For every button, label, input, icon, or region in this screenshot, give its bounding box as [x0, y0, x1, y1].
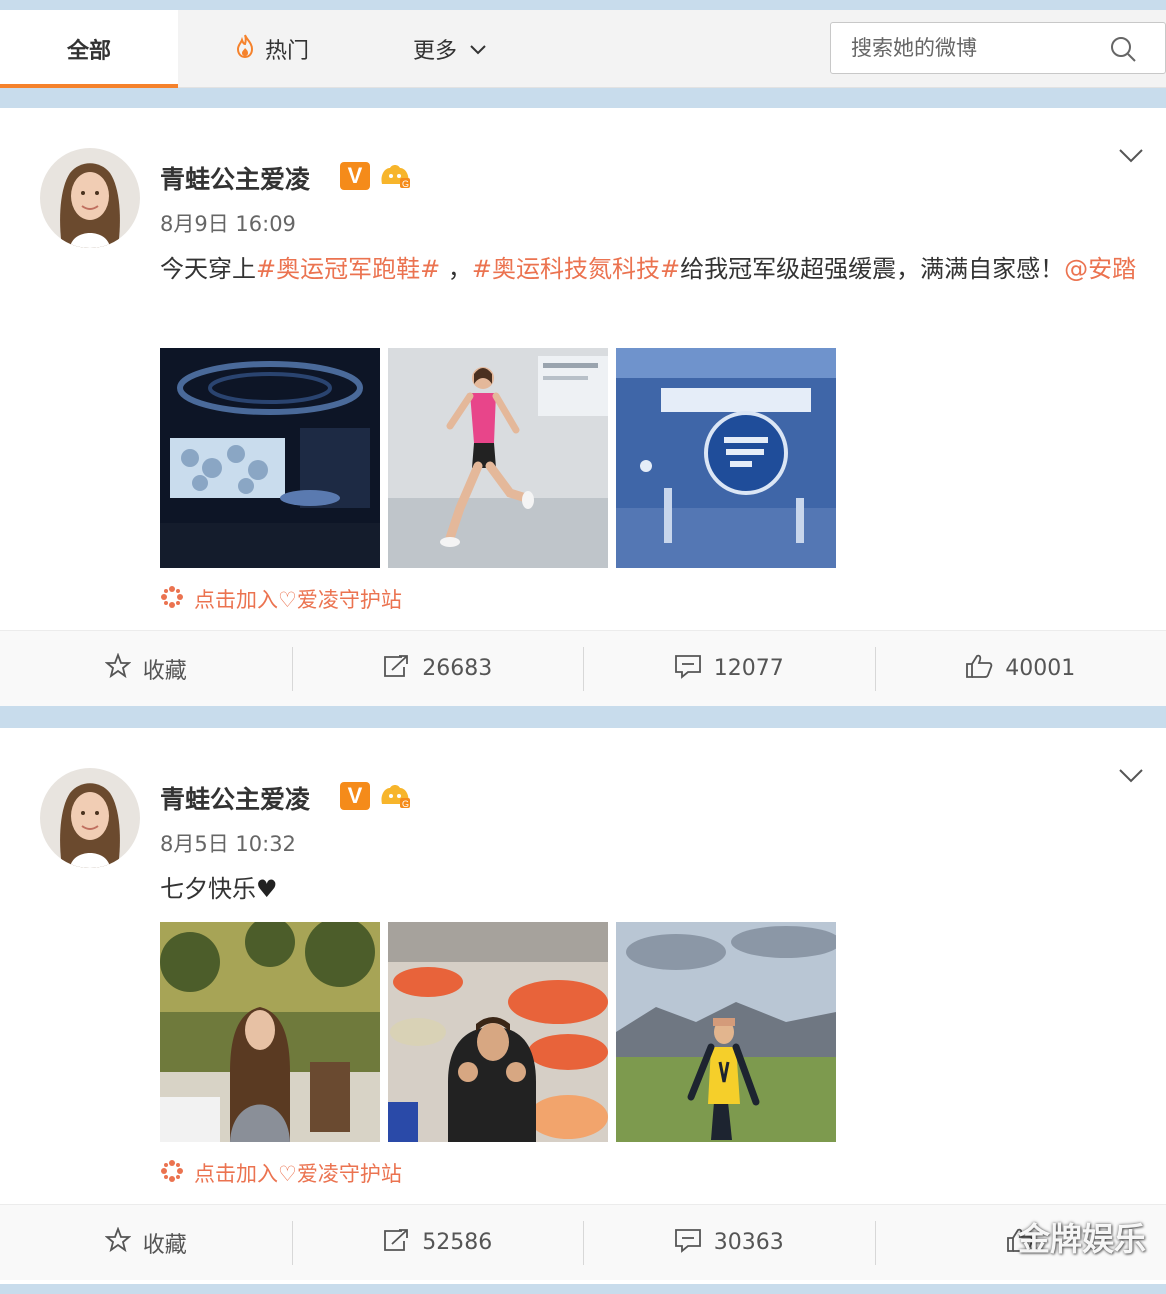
- join-fan-station-link[interactable]: 点击加入♡爱凌守护站: [160, 584, 402, 614]
- search-input[interactable]: [851, 36, 1101, 60]
- tab-all[interactable]: 全部: [0, 10, 178, 88]
- thumbs-up-icon: [965, 653, 993, 685]
- favorite-label: 收藏: [142, 1232, 187, 1258]
- post-menu-chevron-icon[interactable]: [1118, 148, 1144, 168]
- mention-link[interactable]: @安踏: [1064, 255, 1136, 283]
- sparkle-icon: [160, 585, 184, 614]
- repost-button[interactable]: 26683: [291, 631, 584, 706]
- hashtag-link[interactable]: #奥运冠军跑鞋#: [256, 255, 440, 283]
- join-fan-station-link[interactable]: 点击加入♡爱凌守护站: [160, 1158, 402, 1188]
- join-fan-station-label: 点击加入♡爱凌守护站: [194, 588, 402, 612]
- username[interactable]: 青蛙公主爱凌: [160, 780, 310, 816]
- svg-text:G: G: [402, 799, 409, 809]
- user-badges: V G: [340, 782, 412, 810]
- share-icon: [382, 1227, 410, 1259]
- post-image[interactable]: [388, 348, 608, 568]
- repost-button[interactable]: 52586: [291, 1205, 584, 1280]
- repost-count: 26683: [422, 656, 493, 681]
- search-icon[interactable]: [1109, 35, 1137, 67]
- search-box: [830, 22, 1166, 74]
- watermark: 金牌娱乐: [1017, 1220, 1146, 1258]
- weibo-post: 青蛙公主爱凌 V G 8月9日 16:09 今天穿上#奥运冠军跑鞋# ，#奥运科…: [0, 108, 1166, 706]
- flame-icon: [235, 34, 255, 64]
- join-fan-station-label: 点击加入♡爱凌守护站: [194, 1162, 402, 1186]
- top-nav-bar: 全部 热门 更多: [0, 10, 1166, 88]
- svg-text:G: G: [402, 179, 409, 189]
- comment-button[interactable]: 12077: [583, 631, 875, 706]
- username[interactable]: 青蛙公主爱凌: [160, 160, 310, 196]
- fan-group-icon: G: [378, 782, 412, 810]
- post-content: 七夕快乐♥: [160, 866, 1150, 912]
- post-timestamp[interactable]: 8月9日 16:09: [160, 208, 296, 238]
- comment-icon: [674, 1227, 702, 1259]
- tab-more-label: 更多: [412, 39, 457, 64]
- tab-hot-label: 热门: [264, 39, 309, 64]
- image-grid: [160, 348, 836, 568]
- content-text: ，: [440, 255, 472, 283]
- post-content: 今天穿上#奥运冠军跑鞋# ，#奥运科技氮科技#给我冠军级超强缓震，满满自家感！@…: [160, 246, 1150, 292]
- comment-icon: [674, 653, 702, 685]
- post-image[interactable]: [616, 922, 836, 1142]
- post-menu-chevron-icon[interactable]: [1118, 768, 1144, 788]
- avatar[interactable]: [40, 148, 140, 248]
- hashtag-link[interactable]: #奥运科技氮科技#: [472, 255, 680, 283]
- repost-count: 52586: [422, 1230, 493, 1255]
- favorite-button[interactable]: 收藏: [0, 631, 292, 706]
- like-count: 40001: [1005, 656, 1076, 681]
- tab-more[interactable]: 更多: [400, 10, 500, 88]
- star-icon: [104, 651, 132, 685]
- sparkle-icon: [160, 1159, 184, 1188]
- favorite-button[interactable]: 收藏: [0, 1205, 292, 1280]
- tab-hot[interactable]: 热门: [222, 10, 322, 88]
- star-icon: [104, 1225, 132, 1259]
- tab-all-label: 全部: [66, 39, 111, 64]
- post-action-bar: 收藏 52586 30363: [0, 1204, 1166, 1280]
- image-grid: [160, 922, 836, 1142]
- avatar[interactable]: [40, 768, 140, 868]
- content-text: 七夕快乐: [160, 875, 256, 903]
- post-image[interactable]: [160, 348, 380, 568]
- heart-emoji: ♥: [256, 875, 278, 903]
- post-action-bar: 收藏 26683 12077 40001: [0, 630, 1166, 706]
- user-badges: V G: [340, 162, 412, 190]
- verified-badge: V: [340, 782, 370, 810]
- content-text: 今天穿上: [160, 255, 256, 283]
- share-icon: [382, 653, 410, 685]
- comment-button[interactable]: 30363: [583, 1205, 875, 1280]
- post-timestamp[interactable]: 8月5日 10:32: [160, 828, 296, 858]
- fan-group-icon: G: [378, 162, 412, 190]
- post-image[interactable]: [388, 922, 608, 1142]
- content-text: 给我冠军级超强缓震，满满自家感！: [680, 255, 1065, 283]
- chevron-down-icon: [469, 37, 487, 62]
- like-button[interactable]: 40001: [874, 631, 1166, 706]
- post-image[interactable]: [616, 348, 836, 568]
- post-image[interactable]: [160, 922, 380, 1142]
- verified-badge: V: [340, 162, 370, 190]
- comment-count: 12077: [713, 656, 784, 681]
- favorite-label: 收藏: [142, 658, 187, 684]
- comment-count: 30363: [713, 1230, 784, 1255]
- weibo-post: 青蛙公主爱凌 V G 8月5日 10:32 七夕快乐♥ 点击加入♡爱凌守护站 收…: [0, 728, 1166, 1284]
